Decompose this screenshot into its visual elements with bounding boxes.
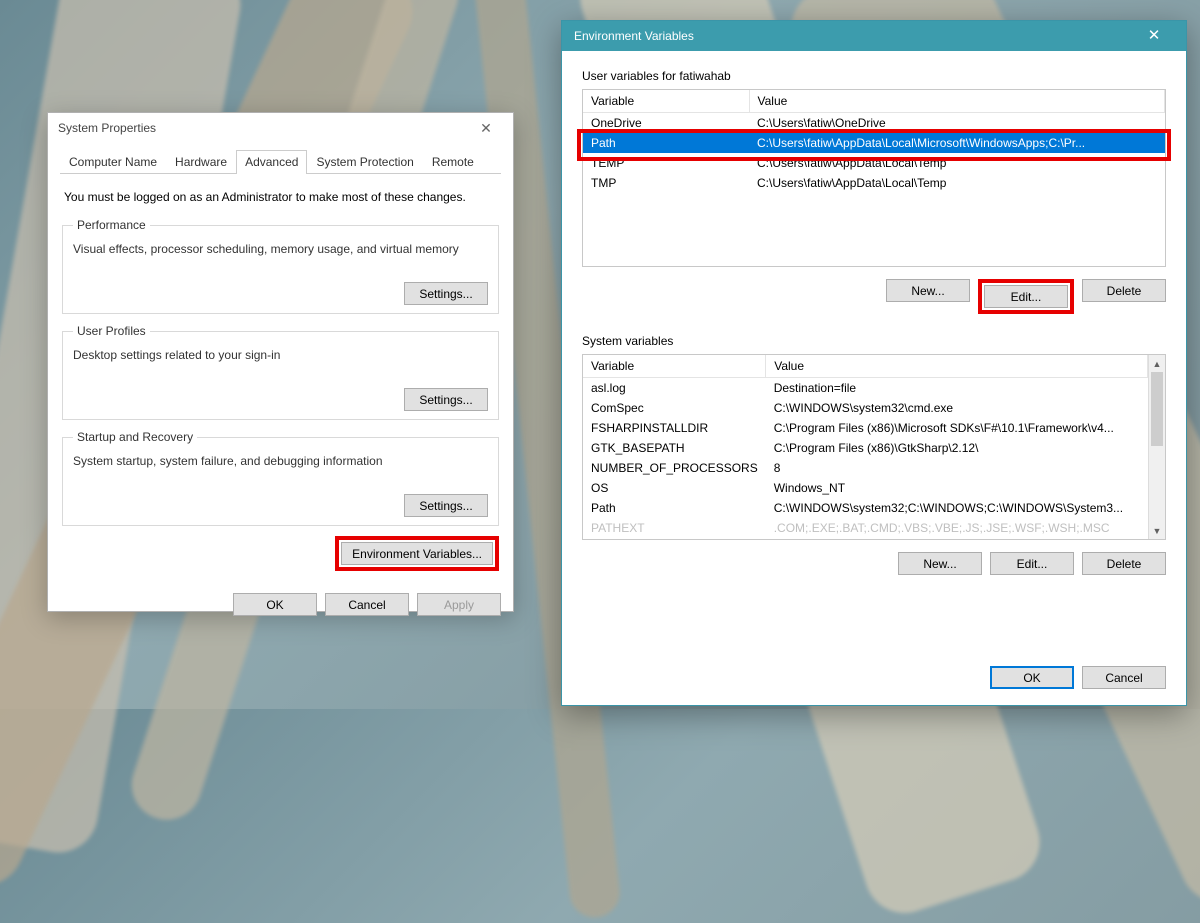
user-header-value[interactable]: Value <box>749 90 1165 113</box>
environment-variables-button[interactable]: Environment Variables... <box>341 542 493 565</box>
system-properties-body: You must be logged on as an Administrato… <box>48 174 513 583</box>
user-vars-label: User variables for fatiwahab <box>582 69 1166 83</box>
user-new-button[interactable]: New... <box>886 279 970 302</box>
user-edit-button[interactable]: Edit... <box>984 285 1068 308</box>
startup-settings-button[interactable]: Settings... <box>404 494 488 517</box>
user-profiles-settings-button[interactable]: Settings... <box>404 388 488 411</box>
user-profiles-group: User Profiles Desktop settings related t… <box>62 324 499 420</box>
table-row[interactable]: Path C:\Users\fatiw\AppData\Local\Micros… <box>583 133 1165 153</box>
table-row[interactable]: PathC:\WINDOWS\system32;C:\WINDOWS;C:\WI… <box>583 498 1148 518</box>
tab-computer-name[interactable]: Computer Name <box>60 150 166 174</box>
system-vars-actions: New... Edit... Delete <box>582 552 1166 575</box>
user-delete-button[interactable]: Delete <box>1082 279 1166 302</box>
scroll-down-icon[interactable]: ▼ <box>1149 522 1165 539</box>
environment-variables-title: Environment Variables <box>574 21 694 51</box>
performance-group: Performance Visual effects, processor sc… <box>62 218 499 314</box>
startup-legend: Startup and Recovery <box>73 430 197 444</box>
tab-system-protection[interactable]: System Protection <box>307 150 422 174</box>
env-cancel-button[interactable]: Cancel <box>1082 666 1166 689</box>
close-icon[interactable]: ✕ <box>469 113 503 143</box>
user-profiles-desc: Desktop settings related to your sign-in <box>73 348 488 362</box>
env-ok-button[interactable]: OK <box>990 666 1074 689</box>
tab-hardware[interactable]: Hardware <box>166 150 236 174</box>
admin-note: You must be logged on as an Administrato… <box>64 190 497 204</box>
performance-desc: Visual effects, processor scheduling, me… <box>73 242 488 256</box>
sys-delete-button[interactable]: Delete <box>1082 552 1166 575</box>
table-row[interactable]: ComSpecC:\WINDOWS\system32\cmd.exe <box>583 398 1148 418</box>
table-row[interactable]: FSHARPINSTALLDIRC:\Program Files (x86)\M… <box>583 418 1148 438</box>
sys-header-variable[interactable]: Variable <box>583 355 766 378</box>
scroll-thumb[interactable] <box>1151 372 1163 446</box>
system-vars-table[interactable]: Variable Value asl.logDestination=file C… <box>582 354 1166 540</box>
close-icon[interactable]: ✕ <box>1134 21 1174 51</box>
table-row[interactable]: OSWindows_NT <box>583 478 1148 498</box>
sys-header-value[interactable]: Value <box>766 355 1148 378</box>
table-row[interactable]: TMP C:\Users\fatiw\AppData\Local\Temp <box>583 173 1165 193</box>
env-variables-highlight: Environment Variables... <box>335 536 499 571</box>
sys-edit-button[interactable]: Edit... <box>990 552 1074 575</box>
tab-remote[interactable]: Remote <box>423 150 483 174</box>
system-properties-tabs: Computer Name Hardware Advanced System P… <box>60 149 501 174</box>
system-properties-footer: OK Cancel Apply <box>48 583 513 628</box>
user-vars-table[interactable]: Variable Value OneDrive C:\Users\fatiw\O… <box>582 89 1166 267</box>
table-row[interactable]: asl.logDestination=file <box>583 378 1148 399</box>
user-header-variable[interactable]: Variable <box>583 90 749 113</box>
performance-legend: Performance <box>73 218 150 232</box>
performance-settings-button[interactable]: Settings... <box>404 282 488 305</box>
system-properties-titlebar: System Properties ✕ <box>48 113 513 143</box>
table-row[interactable]: GTK_BASEPATHC:\Program Files (x86)\GtkSh… <box>583 438 1148 458</box>
table-row[interactable]: TEMP C:\Users\fatiw\AppData\Local\Temp <box>583 153 1165 173</box>
system-properties-title: System Properties <box>58 113 156 143</box>
environment-variables-footer: OK Cancel <box>562 656 1186 705</box>
tab-advanced[interactable]: Advanced <box>236 150 307 174</box>
table-row[interactable]: NUMBER_OF_PROCESSORS8 <box>583 458 1148 478</box>
environment-variables-titlebar: Environment Variables ✕ <box>562 21 1186 51</box>
cancel-button[interactable]: Cancel <box>325 593 409 616</box>
user-edit-highlight: Edit... <box>978 279 1074 314</box>
system-vars-label: System variables <box>582 334 1166 348</box>
table-row[interactable]: PATHEXT.COM;.EXE;.BAT;.CMD;.VBS;.VBE;.JS… <box>583 518 1148 538</box>
scroll-up-icon[interactable]: ▲ <box>1149 355 1165 372</box>
startup-desc: System startup, system failure, and debu… <box>73 454 488 468</box>
table-row[interactable]: OneDrive C:\Users\fatiw\OneDrive <box>583 113 1165 134</box>
startup-recovery-group: Startup and Recovery System startup, sys… <box>62 430 499 526</box>
user-vars-actions: New... Edit... Delete <box>582 279 1166 314</box>
sys-new-button[interactable]: New... <box>898 552 982 575</box>
system-properties-window: System Properties ✕ Computer Name Hardwa… <box>47 112 514 612</box>
environment-variables-window: Environment Variables ✕ User variables f… <box>561 20 1187 706</box>
system-vars-scrollbar[interactable]: ▲ ▼ <box>1148 355 1165 539</box>
apply-button: Apply <box>417 593 501 616</box>
user-profiles-legend: User Profiles <box>73 324 150 338</box>
ok-button[interactable]: OK <box>233 593 317 616</box>
